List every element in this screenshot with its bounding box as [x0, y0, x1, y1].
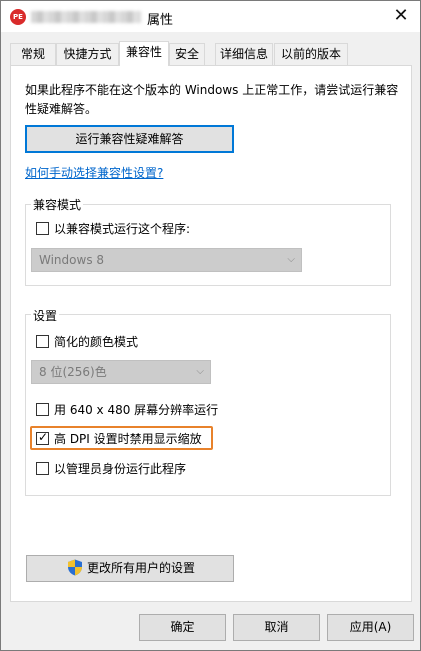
- res-640-label: 用 640 x 480 屏幕分辨率运行: [54, 403, 219, 417]
- tab-shortcut[interactable]: 快捷方式: [56, 43, 119, 65]
- manual-settings-link[interactable]: 如何手动选择兼容性设置?: [25, 164, 163, 181]
- compat-mode-group: [25, 204, 391, 286]
- color-depth-select[interactable]: 8 位(256)色 ⌵: [31, 360, 211, 384]
- apply-button[interactable]: 应用(A): [327, 614, 414, 641]
- window-title: 属性: [147, 13, 174, 28]
- troubleshoot-button[interactable]: 运行兼容性疑难解答: [25, 125, 234, 153]
- compat-description: 如果此程序不能在这个版本的 Windows 上正常工作，请尝试运行兼容性疑难解答…: [25, 83, 399, 116]
- color-depth-value: 8 位(256)色: [39, 365, 107, 379]
- ok-button[interactable]: 确定: [139, 614, 226, 641]
- change-all-users-label: 更改所有用户的设置: [86, 561, 195, 575]
- high-dpi-checkbox[interactable]: ✓: [36, 430, 49, 445]
- windows-version-select[interactable]: Windows 8 ⌵: [31, 248, 302, 272]
- checkmark-icon: ✓: [38, 430, 49, 444]
- uac-shield-icon: [68, 559, 82, 576]
- windows-version-value: Windows 8: [39, 253, 105, 267]
- compat-mode-checkbox-label: 以兼容模式运行这个程序:: [54, 222, 191, 236]
- res-640-checkbox[interactable]: [36, 403, 49, 416]
- chevron-down-icon: ⌵: [287, 254, 295, 265]
- tab-general[interactable]: 常规: [10, 43, 56, 65]
- cancel-button[interactable]: 取消: [233, 614, 320, 641]
- tab-security[interactable]: 安全: [169, 43, 205, 65]
- app-icon: PE: [10, 9, 26, 25]
- compat-mode-checkbox[interactable]: [36, 222, 49, 235]
- run-admin-checkbox[interactable]: [36, 462, 49, 475]
- change-all-users-button[interactable]: 更改所有用户的设置: [26, 555, 234, 582]
- high-dpi-label: 高 DPI 设置时禁用显示缩放: [54, 432, 202, 446]
- tab-details[interactable]: 详细信息: [215, 43, 273, 65]
- title-bar[interactable]: PE 属性 ✕: [1, 1, 420, 32]
- settings-group-label: 设置: [31, 307, 60, 324]
- tab-previous-versions[interactable]: 以前的版本: [274, 43, 348, 65]
- run-admin-label: 以管理员身份运行此程序: [54, 462, 187, 476]
- close-button[interactable]: ✕: [388, 4, 414, 28]
- chevron-down-icon: ⌵: [196, 366, 204, 377]
- tab-compatibility[interactable]: 兼容性: [119, 41, 169, 66]
- properties-window: PE 属性 ✕ 常规 快捷方式 兼容性 安全 详细信息 以前的版本 如果此程序不…: [0, 0, 421, 651]
- reduced-color-label: 简化的颜色模式: [54, 335, 139, 349]
- compat-mode-group-label: 兼容模式: [31, 196, 84, 213]
- reduced-color-checkbox[interactable]: [36, 335, 49, 348]
- blurred-filename: [31, 11, 141, 23]
